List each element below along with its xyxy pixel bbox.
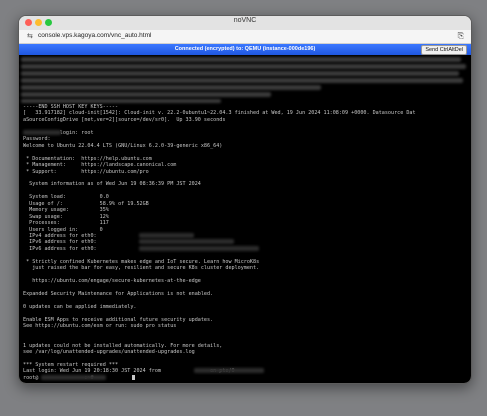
- redacted-region: [21, 71, 459, 76]
- terminal-line: Enable ESM Apps to receive additional fu…: [23, 316, 214, 323]
- terminal-cursor: [132, 374, 135, 380]
- redacted-region: [21, 64, 466, 69]
- terminal-line: 0 updates can be applied immediately.: [23, 303, 137, 310]
- terminal-line: Welcome to Ubuntu 22.04.4 LTS (GNU/Linux…: [23, 142, 223, 149]
- terminal-line: * Support: https://ubuntu.com/pro: [23, 168, 149, 175]
- terminal-line: Processes: 117: [23, 220, 109, 227]
- terminal-line: System information as of Wed Jun 19 08:3…: [23, 181, 201, 188]
- terminal-line: * Management: https://landscape.canonica…: [23, 162, 177, 169]
- terminal-line: https://ubuntu.com/engage/secure-kuberne…: [23, 278, 201, 285]
- novnc-status-bar: Connected (encrypted) to: QEMU (instance…: [19, 44, 471, 55]
- window-title: noVNC: [233, 17, 257, 24]
- terminal-line: Expanded Security Maintenance for Applic…: [23, 291, 214, 298]
- terminal-line: just raised the bar for easy, resilient …: [23, 265, 260, 272]
- terminal-line: Users logged in: 0: [23, 226, 103, 233]
- redacted-region: [21, 99, 221, 103]
- redacted-region: [139, 239, 234, 245]
- terminal-line: IPv6 address for eth0:: [23, 245, 100, 252]
- browser-window: noVNC ⇆ console.vps.kagoya.com/vnc_auto.…: [18, 15, 472, 384]
- terminal-line: IPv4 address for eth0:: [23, 233, 100, 239]
- terminal-line: Memory usage: 35%: [23, 207, 109, 214]
- terminal-screen[interactable]: -----END SSH HOST KEY KEYS-----[ 33.9171…: [19, 55, 471, 383]
- terminal-line: 1 updates could not be installed automat…: [23, 342, 223, 349]
- terminal-line: aSourceConfigDrive [net,ver=2][source=/d…: [23, 116, 226, 123]
- site-settings-icon[interactable]: ⇆: [27, 32, 33, 40]
- redacted-region: [139, 245, 259, 251]
- redacted-region: [21, 85, 321, 90]
- translate-icon[interactable]: ⎘: [458, 31, 464, 41]
- redacted-region: [41, 374, 106, 380]
- redacted-region: [21, 78, 463, 83]
- terminal-line: * Strictly confined Kubernetes makes edg…: [23, 258, 260, 265]
- redacted-region: [139, 233, 194, 238]
- title-bar: noVNC: [19, 16, 471, 30]
- terminal-line: *** System restart required ***: [23, 362, 119, 368]
- redacted-region: [194, 368, 264, 374]
- terminal-line: Password:: [23, 136, 51, 143]
- send-ctrl-alt-del-button[interactable]: Send CtrlAltDel: [421, 45, 467, 55]
- redacted-region: [21, 92, 271, 97]
- address-bar[interactable]: ⇆ console.vps.kagoya.com/vnc_auto.html ⎘: [19, 30, 471, 44]
- url-text[interactable]: console.vps.kagoya.com/vnc_auto.html: [38, 32, 151, 39]
- redacted-region: [23, 129, 61, 135]
- connection-status: Connected (encrypted) to: QEMU (instance…: [174, 45, 316, 52]
- terminal-line: Swap usage: 12%: [23, 213, 109, 220]
- terminal-line: [ 33.917182] cloud-init[1542]: Cloud-ini…: [23, 110, 416, 117]
- terminal-line: System load: 0.0: [23, 194, 109, 201]
- redacted-region: [21, 57, 461, 62]
- terminal-line: * Documentation: https://help.ubuntu.com: [23, 155, 152, 162]
- terminal-line: -----END SSH HOST KEY KEYS-----: [23, 104, 119, 110]
- terminal-line: IPv6 address for eth0:: [23, 239, 100, 246]
- terminal-line: See https://ubuntu.com/esm or run: sudo …: [23, 323, 177, 330]
- terminal-line: Usage of /: 58.9% of 19.52GB: [23, 200, 149, 207]
- terminal-line: see /var/log/unattended-upgrades/unatten…: [23, 349, 195, 356]
